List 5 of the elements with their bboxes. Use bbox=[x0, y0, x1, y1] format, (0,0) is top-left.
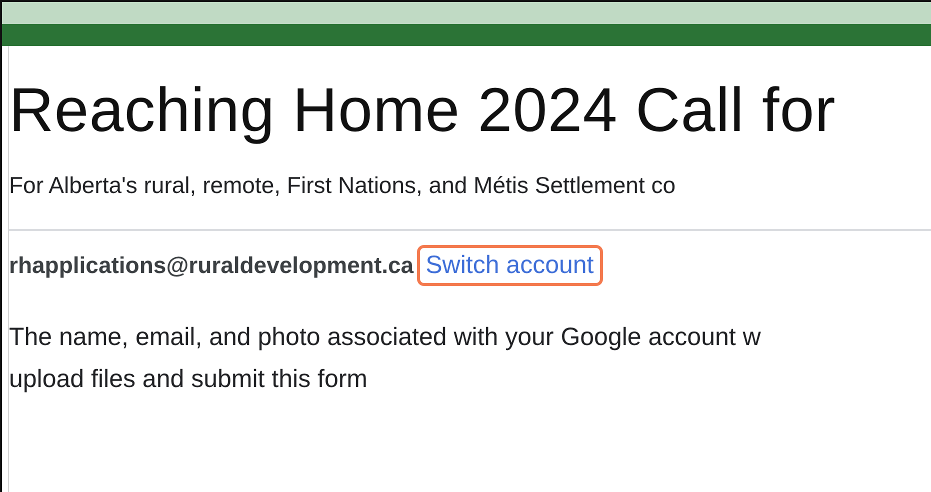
account-notice: The name, email, and photo associated with your Google account w upload files and submit this form bbox=[9, 322, 762, 395]
switch-account-link[interactable]: Switch account bbox=[426, 251, 594, 279]
account-email: rhapplications@ruraldevelopment.ca bbox=[9, 252, 414, 279]
form-description: For Alberta's rural, remote, First Nations, and Métis Settlement co bbox=[9, 172, 677, 199]
form-title: Reaching Home 2024 Call for bbox=[9, 80, 837, 142]
